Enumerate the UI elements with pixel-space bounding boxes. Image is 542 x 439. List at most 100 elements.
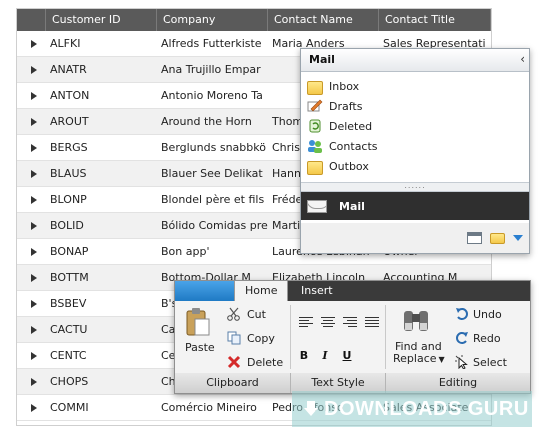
column-header-contact-name[interactable]: Contact Name	[268, 9, 379, 31]
cell-company[interactable]: Antonio Moreno Ta	[157, 83, 268, 108]
justify-icon[interactable]	[365, 317, 379, 329]
grid-header: Customer ID Company Contact Name Contact…	[17, 9, 491, 31]
align-right-icon[interactable]	[343, 317, 357, 329]
cut-button[interactable]: Cut	[247, 308, 266, 321]
row-expander[interactable]	[17, 265, 46, 290]
row-expander[interactable]	[17, 317, 46, 342]
cell-company[interactable]: Blauer See Delikat	[157, 161, 268, 186]
application-menu-button[interactable]	[175, 281, 234, 301]
expand-arrow-icon	[30, 170, 37, 178]
group-label-text-style: Text Style	[291, 373, 386, 393]
row-expander[interactable]	[17, 135, 46, 160]
calendar-icon[interactable]	[467, 232, 482, 244]
group-label-editing: Editing	[386, 373, 530, 393]
italic-button[interactable]: I	[318, 349, 332, 363]
mail-folder-label: Inbox	[329, 79, 360, 93]
mail-folder-inbox[interactable]: Inbox	[301, 76, 529, 96]
cell-customer-id[interactable]: BOLID	[46, 213, 157, 238]
row-expander[interactable]	[17, 161, 46, 186]
cell-customer-id[interactable]: ANTON	[46, 83, 157, 108]
cell-customer-id[interactable]: BONAP	[46, 239, 157, 264]
undo-icon	[455, 307, 469, 324]
column-header-customer-id[interactable]: Customer ID	[46, 9, 157, 31]
panel-splitter-handle[interactable]: ......	[301, 182, 529, 192]
scissors-icon	[227, 307, 241, 324]
cell-customer-id[interactable]: BERGS	[46, 135, 157, 160]
folder-icon[interactable]	[490, 232, 505, 244]
row-expander[interactable]	[17, 83, 46, 108]
cell-customer-id[interactable]: COMMI	[46, 395, 157, 420]
cell-company[interactable]: Berglunds snabbkö	[157, 135, 268, 160]
dropdown-arrow-icon[interactable]	[513, 235, 523, 241]
cell-company[interactable]: Ana Trujillo Empar	[157, 57, 268, 82]
paste-button[interactable]: Paste	[185, 341, 215, 354]
mail-panel-title: Mail	[309, 53, 335, 66]
row-expander[interactable]	[17, 239, 46, 264]
select-button[interactable]: Select	[473, 356, 507, 369]
paste-icon	[185, 307, 211, 340]
cell-customer-id[interactable]: BLAUS	[46, 161, 157, 186]
cell-customer-id[interactable]: CENTC	[46, 343, 157, 368]
delete-button[interactable]: Delete	[247, 356, 283, 369]
undo-button[interactable]: Undo	[473, 308, 502, 321]
find-replace-button[interactable]: Replace ▼	[393, 352, 445, 365]
tab-home[interactable]: Home	[234, 281, 289, 301]
column-header-company[interactable]: Company	[157, 9, 268, 31]
row-expander[interactable]	[17, 343, 46, 368]
expand-arrow-icon	[30, 352, 37, 360]
copy-button[interactable]: Copy	[247, 332, 275, 345]
row-expander[interactable]	[17, 187, 46, 212]
cell-company[interactable]: Around the Horn	[157, 109, 268, 134]
mail-panel-footer	[301, 223, 529, 253]
mail-section-button[interactable]: Mail	[301, 192, 529, 220]
expand-arrow-icon	[30, 300, 37, 308]
cell-company[interactable]: Bólido Comidas pre	[157, 213, 268, 238]
mail-folder-drafts[interactable]: Drafts	[301, 96, 529, 116]
expand-arrow-icon	[30, 40, 37, 48]
ribbon-group-labels: Clipboard Text Style Editing	[175, 373, 530, 393]
download-arrow-icon	[304, 401, 318, 417]
row-expander[interactable]	[17, 369, 46, 394]
mail-folder-contacts[interactable]: Contacts	[301, 136, 529, 156]
underline-button[interactable]: U	[340, 349, 354, 363]
tab-insert[interactable]: Insert	[291, 281, 343, 301]
bold-button[interactable]: B	[297, 349, 311, 363]
collapse-chevron-icon[interactable]: ‹	[520, 52, 525, 66]
copy-icon	[227, 331, 241, 348]
align-left-icon[interactable]	[299, 317, 313, 329]
mail-folder-deleted[interactable]: Deleted	[301, 116, 529, 136]
cell-customer-id[interactable]: BOTTM	[46, 265, 157, 290]
row-expander[interactable]	[17, 31, 46, 56]
watermark-banner: DOWNLOADS GURU	[292, 391, 532, 427]
mail-folder-label: Deleted	[329, 119, 373, 133]
cell-company[interactable]: Comércio Mineiro	[157, 395, 268, 420]
row-expander[interactable]	[17, 213, 46, 238]
group-divider	[290, 305, 291, 369]
redo-button[interactable]: Redo	[473, 332, 501, 345]
cell-customer-id[interactable]: ANATR	[46, 57, 157, 82]
mail-panel-header: Mail ‹	[301, 49, 529, 72]
cell-customer-id[interactable]: AROUT	[46, 109, 157, 134]
cell-company[interactable]: Alfreds Futterkiste	[157, 31, 268, 56]
cell-customer-id[interactable]: BLONP	[46, 187, 157, 212]
group-label-clipboard: Clipboard	[175, 373, 291, 393]
row-expander[interactable]	[17, 57, 46, 82]
cell-customer-id[interactable]: CACTU	[46, 317, 157, 342]
mail-folder-outbox[interactable]: Outbox	[301, 156, 529, 176]
cell-company[interactable]: Bon app'	[157, 239, 268, 264]
cell-customer-id[interactable]: ALFKI	[46, 31, 157, 56]
cell-company[interactable]: Blondel père et fils	[157, 187, 268, 212]
column-header-contact-title[interactable]: Contact Title	[379, 9, 491, 31]
mail-folder-label: Contacts	[329, 139, 378, 153]
chevron-down-icon: ▼	[438, 355, 445, 364]
row-expander[interactable]	[17, 291, 46, 316]
cell-customer-id[interactable]: CHOPS	[46, 369, 157, 394]
expand-arrow-icon	[30, 326, 37, 334]
expand-arrow-icon	[30, 118, 37, 126]
row-expander[interactable]	[17, 109, 46, 134]
row-expander[interactable]	[17, 395, 46, 420]
drafts-icon	[307, 99, 323, 113]
align-center-icon[interactable]	[321, 317, 335, 329]
cell-customer-id[interactable]: BSBEV	[46, 291, 157, 316]
expand-arrow-icon	[30, 196, 37, 204]
